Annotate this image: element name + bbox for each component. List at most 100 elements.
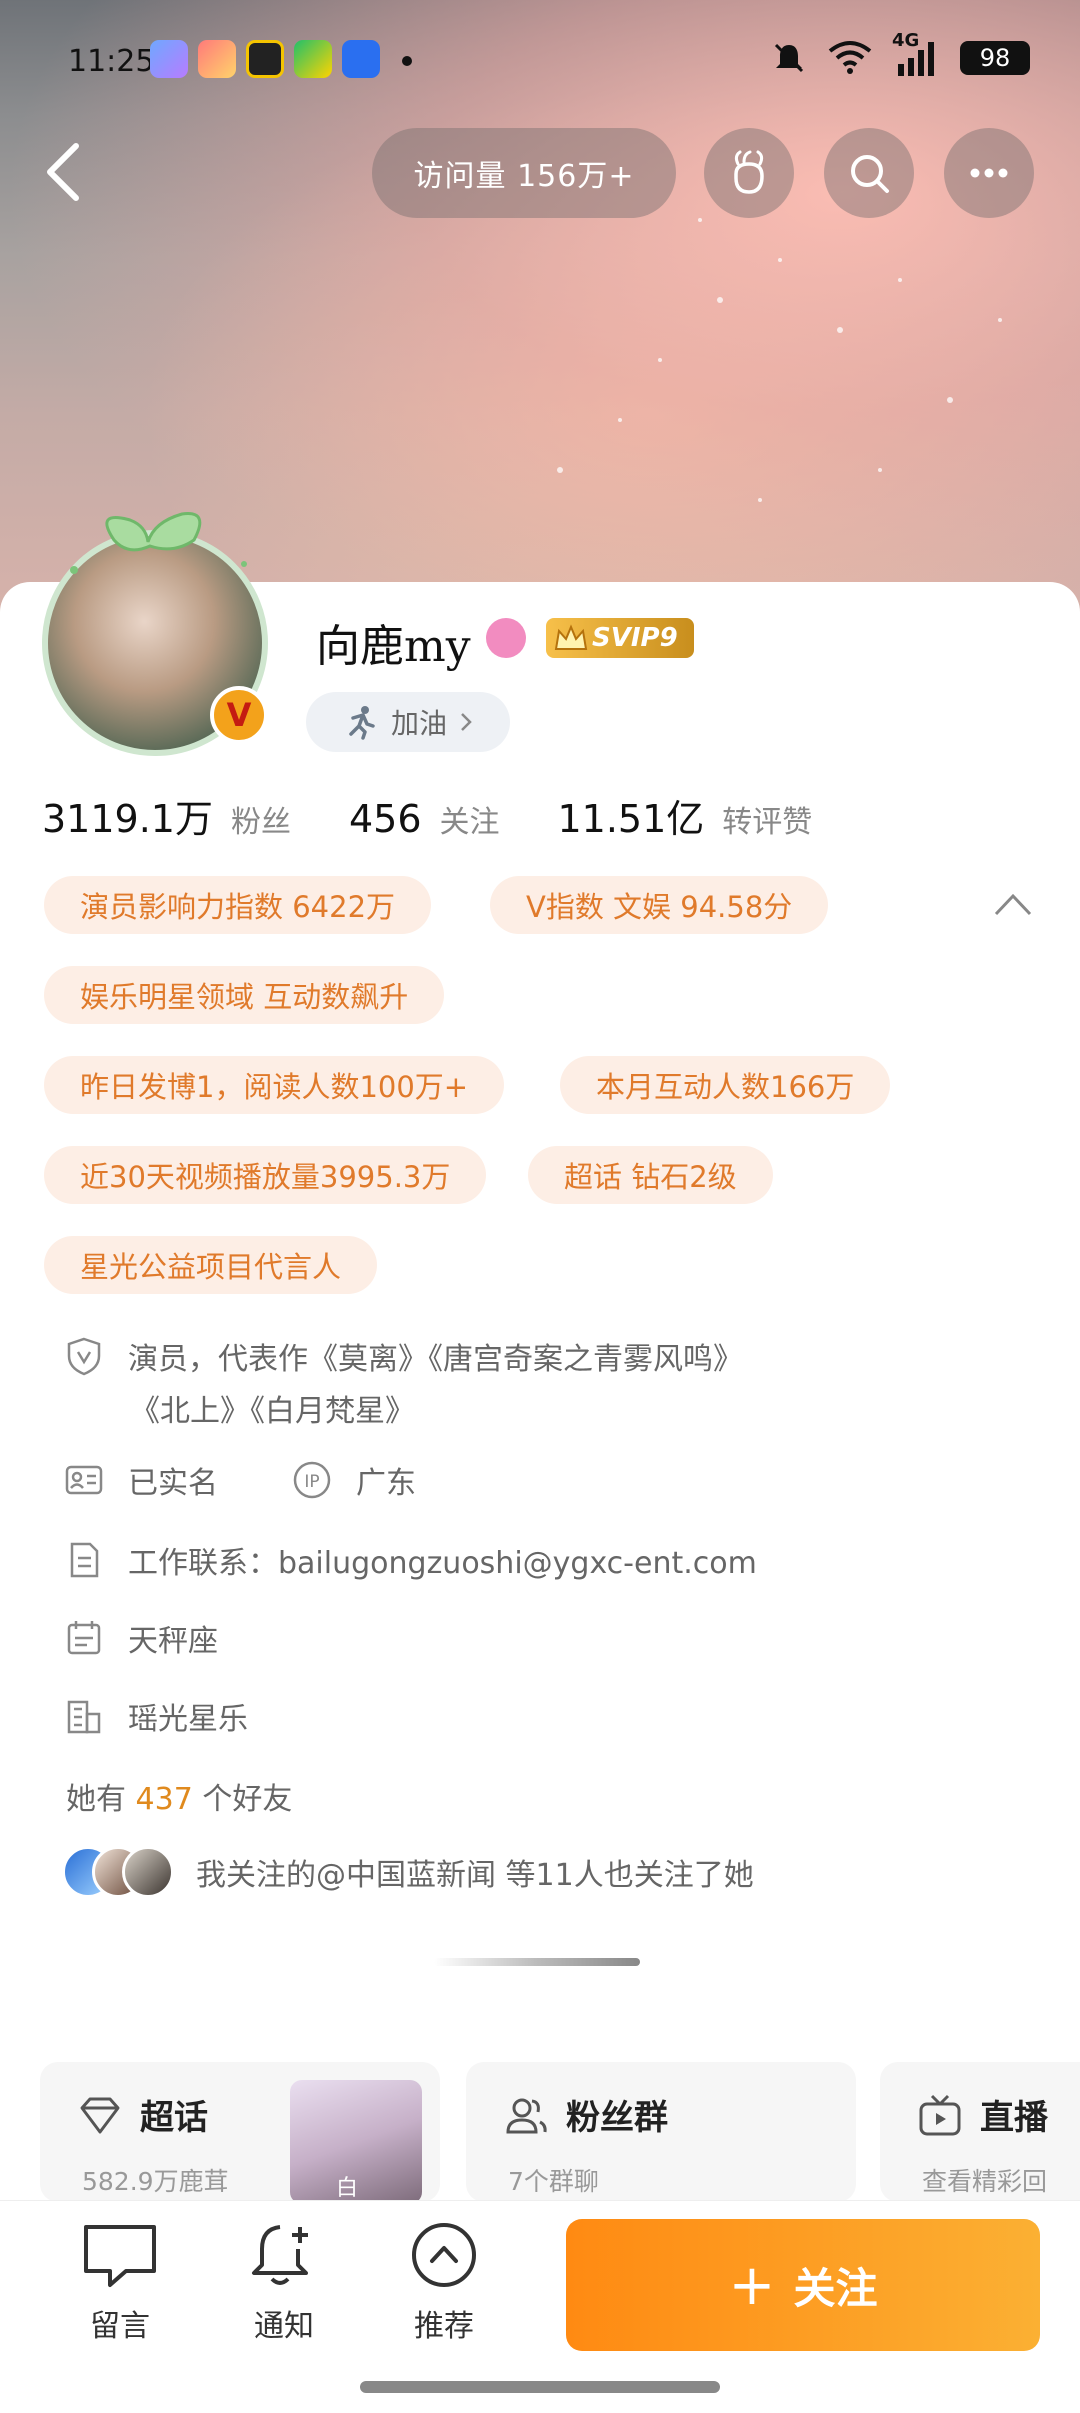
mute-icon <box>774 43 804 73</box>
mutual-follow-row[interactable]: 我关注的@中国蓝新闻 等11人也关注了她 <box>62 1846 754 1898</box>
group-people-icon <box>506 2098 547 2134</box>
live-card[interactable]: 直播 查看精彩回 <box>880 2062 1080 2202</box>
avatar <box>122 1846 174 1898</box>
chip-influence-index[interactable]: 演员影响力指数 6422万 <box>44 876 432 934</box>
message-button[interactable]: 留言 <box>60 2221 180 2345</box>
search-button[interactable] <box>824 128 914 218</box>
cheer-label: 加油 <box>390 707 447 740</box>
fans-count[interactable]: 3119.1万 <box>42 788 213 843</box>
plus-icon: + <box>728 2252 776 2318</box>
friends-count-row[interactable]: 她有 437 个好友 <box>66 1774 292 1818</box>
bottom-action-bar: 留言 通知 推荐 + 关注 <box>0 2200 1080 2413</box>
search-icon <box>851 155 889 193</box>
recommend-button[interactable]: 推荐 <box>384 2221 504 2345</box>
app-icon <box>342 40 380 78</box>
notify-label: 通知 <box>254 2309 314 2344</box>
zodiac-row: 天秤座 <box>64 1616 218 1660</box>
diamond-icon <box>80 2097 120 2134</box>
cheer-button[interactable]: 加油 <box>306 692 510 752</box>
fans-label[interactable]: 粉丝 <box>231 797 291 841</box>
chip-yesterday-posts[interactable]: 昨日发博1，阅读人数100万+ <box>44 1056 505 1114</box>
live-subtitle: 查看精彩回 <box>922 2167 1048 2196</box>
chip-interaction-surge[interactable]: 娱乐明星领域 互动数飙升 <box>44 966 445 1024</box>
mutual-follow-text[interactable]: 我关注的@中国蓝新闻 等11人也关注了她 <box>196 1850 754 1894</box>
tv-live-icon <box>919 2094 961 2136</box>
app-icon <box>294 40 332 78</box>
message-label: 留言 <box>90 2309 150 2344</box>
fan-group-title: 粉丝群 <box>566 2098 668 2138</box>
scroll-indicator <box>434 1958 640 1966</box>
signal-bars <box>898 42 934 76</box>
supertopic-subtitle: 582.9万鹿茸 <box>82 2167 229 2196</box>
thumbnail-caption: 白 <box>336 2176 359 2201</box>
bio-line-2: 《北上》《白月梵星》 <box>130 1394 415 1429</box>
mutual-avatars <box>62 1846 174 1898</box>
more-notifications-dot <box>402 56 412 66</box>
live-title: 直播 <box>980 2098 1048 2138</box>
notify-button[interactable]: 通知 <box>224 2221 344 2345</box>
chevron-up-circle-icon <box>412 2223 476 2287</box>
supertopic-thumbnail: 白 <box>290 2080 422 2202</box>
battery-indicator: 98 <box>960 41 1030 75</box>
wifi-icon <box>828 41 872 74</box>
svg-text:IP: IP <box>304 1472 319 1492</box>
more-dots-icon <box>970 168 1008 178</box>
company-row[interactable]: 瑶光星乐 <box>64 1694 248 1738</box>
friends-suffix: 个好友 <box>202 1782 293 1817</box>
running-person-icon <box>349 706 375 740</box>
fan-group-card[interactable]: 粉丝群 7个群聊 <box>466 2062 856 2202</box>
verified-shield-icon <box>67 1337 101 1376</box>
deer-icon <box>734 150 764 194</box>
follow-label: 关注 <box>793 2263 878 2313</box>
ip-location-label: 广东 <box>356 1466 416 1501</box>
following-label[interactable]: 关注 <box>440 797 500 841</box>
svip-badge[interactable]: SVIP9 <box>546 618 694 658</box>
avatar-container[interactable]: V <box>34 500 280 756</box>
chip-monthly-interactions[interactable]: 本月互动人数166万 <box>560 1056 891 1114</box>
ribbon-frame-decoration <box>70 512 247 574</box>
status-bar: 11:25 4G 98 <box>0 0 1080 120</box>
friends-prefix: 她有 <box>66 1782 126 1817</box>
id-card-icon <box>65 1465 103 1495</box>
realname-ip-row: 已实名 IP 广东 <box>64 1458 416 1502</box>
following-count[interactable]: 456 <box>349 797 422 841</box>
profile-stats: 3119.1万 粉丝 456 关注 11.51亿 转评赞 <box>42 788 870 843</box>
back-arrow-icon[interactable] <box>36 140 96 204</box>
collapse-chevron-up-icon[interactable] <box>990 884 1036 924</box>
female-gender-icon <box>486 618 526 658</box>
system-status-icons: 4G 98 <box>770 30 1030 78</box>
supertopic-card[interactable]: 超话 582.9万鹿茸 白 <box>40 2062 440 2202</box>
chip-charity-ambassador[interactable]: 星光公益项目代言人 <box>44 1236 378 1294</box>
bio-row: 演员，代表作《莫离》《唐宫奇案之青雾风鸣》 <box>64 1334 743 1378</box>
chevron-right-icon <box>461 713 472 731</box>
fans-pet-button[interactable] <box>704 128 794 218</box>
document-icon <box>70 1542 99 1578</box>
company-label[interactable]: 瑶光星乐 <box>128 1694 248 1738</box>
more-button[interactable] <box>944 128 1034 218</box>
building-icon <box>67 1700 101 1734</box>
bell-plus-icon <box>252 2225 308 2285</box>
fan-group-subtitle: 7个群聊 <box>508 2167 599 2196</box>
ip-location-icon: IP <box>293 1461 331 1499</box>
visits-count-button[interactable]: 访问量 156万+ <box>372 128 676 218</box>
app-icon <box>246 40 284 78</box>
contact-row[interactable]: 工作联系：bailugongzuoshi@ygxc-ent.com <box>64 1538 757 1582</box>
chat-bubble-icon <box>84 2225 156 2287</box>
svip-label: SVIP9 <box>592 623 678 653</box>
bio-line-1: 演员，代表作《莫离》《唐宫奇案之青雾风鸣》 <box>128 1342 743 1377</box>
likes-label: 转评赞 <box>722 805 813 840</box>
chip-video-views[interactable]: 近30天视频播放量3995.3万 <box>44 1146 487 1204</box>
friends-count[interactable]: 437 <box>136 1782 193 1817</box>
recommend-label: 推荐 <box>414 2309 474 2344</box>
follow-button[interactable]: + 关注 <box>566 2219 1040 2351</box>
status-time: 11:25 <box>68 44 155 79</box>
likes-count: 11.51亿 <box>557 797 705 841</box>
notification-app-icons <box>150 40 380 78</box>
chip-supertopic-level[interactable]: 超话 钻石2级 <box>528 1146 773 1204</box>
zodiac-label: 天秤座 <box>128 1624 218 1659</box>
home-indicator[interactable] <box>360 2381 720 2393</box>
work-contact[interactable]: 工作联系：bailugongzuoshi@ygxc-ent.com <box>128 1538 757 1582</box>
crown-icon <box>554 624 588 650</box>
signal-icon: 4G <box>892 30 940 78</box>
chip-v-index[interactable]: V指数 文娱 94.58分 <box>490 876 829 934</box>
